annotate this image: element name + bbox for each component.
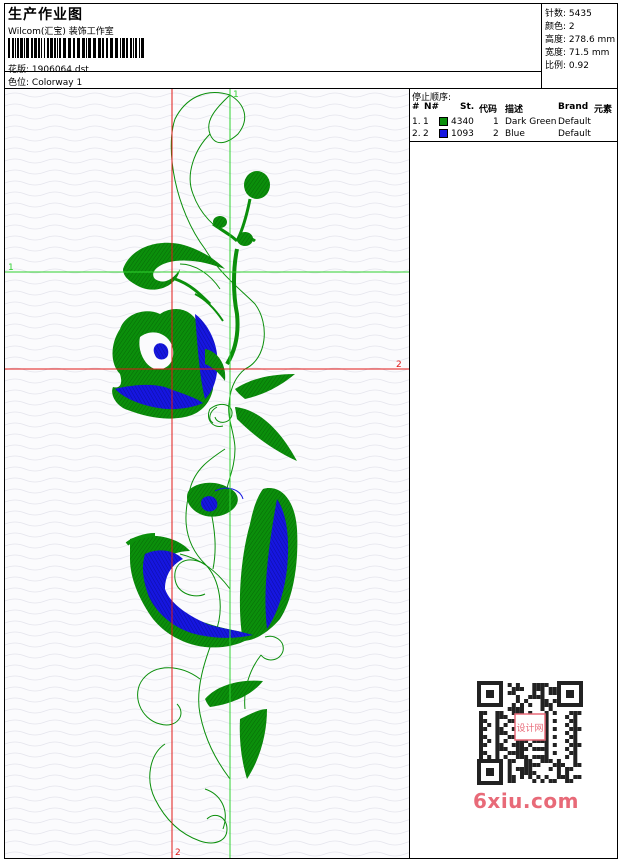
qr-code: 设计网 [475, 679, 585, 787]
stat-height: 高度: 278.6 mm [545, 35, 616, 45]
stat-stitches: 针数: 5435 [545, 9, 592, 19]
table-divider [410, 141, 617, 142]
embroidery-preview[interactable]: 1 1 2 2 [5, 89, 410, 858]
design-file-label: 花版: [8, 65, 30, 75]
header-panel: 生产作业图 Wilcom(汇宝) 装饰工作室 花版: 1906064.dst 色… [5, 4, 542, 89]
guide-label-h-red: 2 [396, 360, 402, 370]
colorway-name: Colorway 1 [31, 78, 83, 88]
stat-scale: 比例: 0.92 [545, 61, 589, 71]
company-name: Wilcom(汇宝) 装饰工作室 [8, 27, 114, 37]
col-code: 代码 [479, 105, 498, 115]
col-description: 描述 [505, 105, 524, 115]
stop-sequence-panel: 停止顺序: # N# St. 代码 描述 Brand 元素 1. 1 4340 … [410, 89, 617, 858]
col-stitches: St. [460, 102, 475, 112]
col-brand: Brand [558, 102, 589, 112]
embroidery-canvas: 1 1 2 2 [5, 89, 409, 858]
page-title: 生产作业图 [8, 7, 83, 23]
guide-label-h-green: 1 [8, 263, 14, 273]
col-n: N# [424, 102, 440, 112]
watermark-brand: 6xiu.com [473, 789, 579, 813]
guide-label-v-green: 1 [233, 90, 239, 100]
colorway-line: 色位: Colorway 1 [8, 75, 82, 88]
barcode [8, 38, 144, 58]
guide-label-v-red: 2 [175, 848, 181, 858]
color-swatch-green [439, 117, 448, 126]
design-file-name: 1906064.dst [31, 65, 89, 75]
design-stats: 针数: 5435 颜色: 2 高度: 278.6 mm 宽度: 71.5 mm … [542, 4, 617, 89]
design-file-line: 花版: 1906064.dst [8, 62, 89, 75]
stat-width: 宽度: 71.5 mm [545, 48, 610, 58]
stat-colors: 颜色: 2 [545, 22, 575, 32]
col-index: # [412, 102, 420, 112]
col-element: 元素 [594, 105, 613, 115]
color-swatch-blue [439, 129, 448, 138]
colorway-label: 色位: [8, 78, 30, 88]
qr-badge-text: 设计网 [516, 722, 543, 734]
production-sheet: 生产作业图 Wilcom(汇宝) 装饰工作室 花版: 1906064.dst 色… [4, 3, 618, 859]
